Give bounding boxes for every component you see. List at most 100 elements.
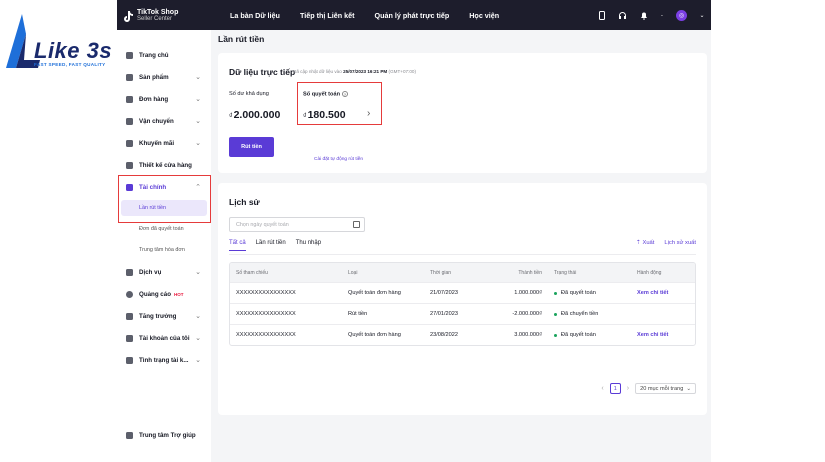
next-page-icon[interactable]: › — [627, 385, 629, 392]
sidebar-sub-invoice-center[interactable]: Trung tâm hóa đơn — [117, 242, 211, 258]
prev-page-icon[interactable]: ‹ — [601, 385, 603, 392]
row-type: Quyết toán đơn hàng — [348, 290, 401, 296]
export-history-link[interactable]: Lịch sử xuất — [664, 240, 696, 246]
sidebar-item-label: Tài khoản của tôi — [139, 334, 190, 342]
page-size-select[interactable]: 20 mục mỗi trang ⌄ — [635, 383, 696, 394]
top-icons: · ◎ ⌄ — [597, 0, 705, 30]
sidebar-item-services[interactable]: Dịch vụ ⌄ — [117, 263, 211, 281]
top-nav: La bàn Dữ liệu Tiếp thị Liên kết Quản lý… — [230, 0, 499, 30]
history-title: Lịch sử — [229, 197, 260, 207]
sidebar-item-label: Vận chuyển — [139, 117, 174, 125]
finance-highlight-box — [118, 175, 211, 223]
updated-timezone: (GMT+07:00) — [388, 69, 416, 74]
status-dot — [554, 291, 557, 295]
auto-withdraw-settings-link[interactable]: Cài đặt tự động rút tiền — [314, 157, 363, 162]
sidebar-item-home[interactable]: Trang chủ — [117, 46, 211, 64]
nav-data-compass[interactable]: La bàn Dữ liệu — [230, 11, 280, 20]
history-card: Lịch sử Chọn ngày quyết toán Tất cả Lần … — [218, 183, 707, 415]
column-header: Trạng thái — [554, 269, 577, 276]
screenshot: Like 3s FAST SPEED, FAST QUALITY TikTok … — [0, 0, 825, 462]
nav-affiliate[interactable]: Tiếp thị Liên kết — [300, 11, 355, 20]
calendar-icon[interactable] — [353, 221, 360, 228]
tab-all[interactable]: Tất cả — [229, 240, 246, 251]
sidebar-item-label: Trang chủ — [139, 51, 169, 59]
row-time: 23/08/2022 — [430, 332, 458, 338]
table-row: XXXXXXXXXXXXXXXX Quyết toán đơn hàng 23/… — [230, 324, 695, 345]
column-header: Loại — [348, 269, 358, 276]
status-dot — [554, 312, 557, 316]
chevron-down-icon: ⌄ — [195, 335, 201, 342]
row-amount: 1.000.000₫ — [514, 290, 542, 296]
row-reference: XXXXXXXXXXXXXXXX — [236, 332, 296, 338]
chevron-down-icon[interactable]: ⌄ — [699, 11, 705, 20]
row-reference: XXXXXXXXXXXXXXXX — [236, 311, 296, 317]
table-row: XXXXXXXXXXXXXXXX Rút tiền 27/01/2023 -2.… — [230, 303, 695, 324]
settlement-date-input[interactable]: Chọn ngày quyết toán — [229, 217, 365, 232]
main-content: Lần rút tiền Dữ liệu trực tiếp Đã cập nh… — [218, 30, 707, 462]
history-actions: ⇡ Xuất Lịch sử xuất — [636, 240, 696, 246]
column-header: Thời gian — [430, 269, 452, 276]
chevron-down-icon: ⌄ — [195, 357, 201, 364]
chevron-down-icon: ⌄ — [195, 269, 201, 276]
withdraw-button[interactable]: Rút tiền — [229, 137, 274, 157]
updated-prefix: Đã cập nhật dữ liệu vào — [293, 69, 342, 74]
row-time: 21/07/2023 — [430, 290, 458, 296]
chevron-down-icon: ⌄ — [195, 118, 201, 125]
shield-icon — [126, 356, 133, 364]
nav-live-manager[interactable]: Quản lý phát trực tiếp — [375, 11, 450, 20]
sidebar-item-store-design[interactable]: Thiết kế cửa hàng — [117, 156, 211, 174]
available-balance-label: Số dư khả dụng — [229, 91, 269, 97]
tiktok-icon — [124, 11, 133, 22]
phone-icon[interactable] — [597, 10, 606, 20]
megaphone-icon — [126, 139, 133, 147]
hot-badge: HOT — [173, 291, 184, 297]
headset-icon[interactable] — [618, 11, 627, 20]
row-amount: -2.000.000₫ — [512, 311, 542, 317]
status-dot — [554, 333, 557, 337]
product-icon — [126, 73, 133, 81]
export-button[interactable]: ⇡ Xuất — [636, 240, 654, 246]
row-status: Đã quyết toán — [554, 283, 596, 303]
history-table: Số tham chiếu Loại Thời gian Thành tiền … — [229, 262, 696, 346]
tiktok-shop-logo[interactable]: TikTok Shop Seller Center — [123, 6, 178, 26]
sidebar-item-shipping[interactable]: Vận chuyển ⌄ — [117, 112, 211, 130]
sidebar-item-promotions[interactable]: Khuyến mãi ⌄ — [117, 134, 211, 152]
view-details-link[interactable]: Xem chi tiết — [637, 283, 668, 303]
nav-academy[interactable]: Học viện — [469, 11, 499, 20]
page-number[interactable]: 1 — [609, 383, 621, 394]
help-center-link[interactable]: Trung tâm Trợ giúp — [117, 428, 211, 442]
sidebar-item-account-status[interactable]: Tình trạng tài k... ⌄ — [117, 351, 211, 369]
tab-income[interactable]: Thu nhập — [296, 240, 321, 251]
service-icon — [126, 268, 133, 276]
sidebar-item-ads[interactable]: Quảng cáo HOT — [117, 285, 211, 303]
bell-icon[interactable] — [639, 11, 648, 20]
top-bar: TikTok Shop Seller Center La bàn Dữ liệu… — [117, 0, 711, 30]
order-icon — [126, 95, 133, 103]
row-status: Đã chuyển tiền — [554, 304, 598, 324]
help-icon — [126, 431, 133, 439]
sidebar-item-label: Đơn hàng — [139, 95, 169, 103]
row-time: 27/01/2023 — [430, 311, 458, 317]
store-icon — [126, 161, 133, 169]
row-reference: XXXXXXXXXXXXXXXX — [236, 290, 296, 296]
sidebar-item-my-account[interactable]: Tài khoản của tôi ⌄ — [117, 329, 211, 347]
sidebar: Trang chủ Sản phẩm ⌄ Đơn hàng ⌄ Vận chuyển… — [117, 30, 211, 462]
view-details-link[interactable]: Xem chi tiết — [637, 325, 668, 345]
ads-icon — [126, 290, 133, 298]
truck-icon — [126, 117, 133, 125]
row-type: Quyết toán đơn hàng — [348, 332, 401, 338]
sidebar-item-growth[interactable]: Tăng trưởng ⌄ — [117, 307, 211, 325]
sidebar-item-label: Tình trạng tài k... — [139, 356, 189, 364]
row-status: Đã quyết toán — [554, 325, 596, 345]
help-center-label: Trung tâm Trợ giúp — [139, 431, 196, 439]
home-icon — [126, 51, 133, 59]
export-label: Xuất — [642, 240, 655, 246]
sidebar-item-orders[interactable]: Đơn hàng ⌄ — [117, 90, 211, 108]
avatar[interactable]: ◎ — [676, 9, 687, 21]
tab-withdrawals[interactable]: Lần rút tiền — [256, 240, 286, 251]
sidebar-sub-settled-orders[interactable]: Đơn đã quyết toán — [117, 221, 211, 237]
sidebar-item-products[interactable]: Sản phẩm ⌄ — [117, 68, 211, 86]
brand-sub: Seller Center — [137, 16, 173, 22]
like3s-word: Like 3s — [34, 38, 113, 63]
row-amount: 3.000.000₫ — [514, 332, 542, 338]
